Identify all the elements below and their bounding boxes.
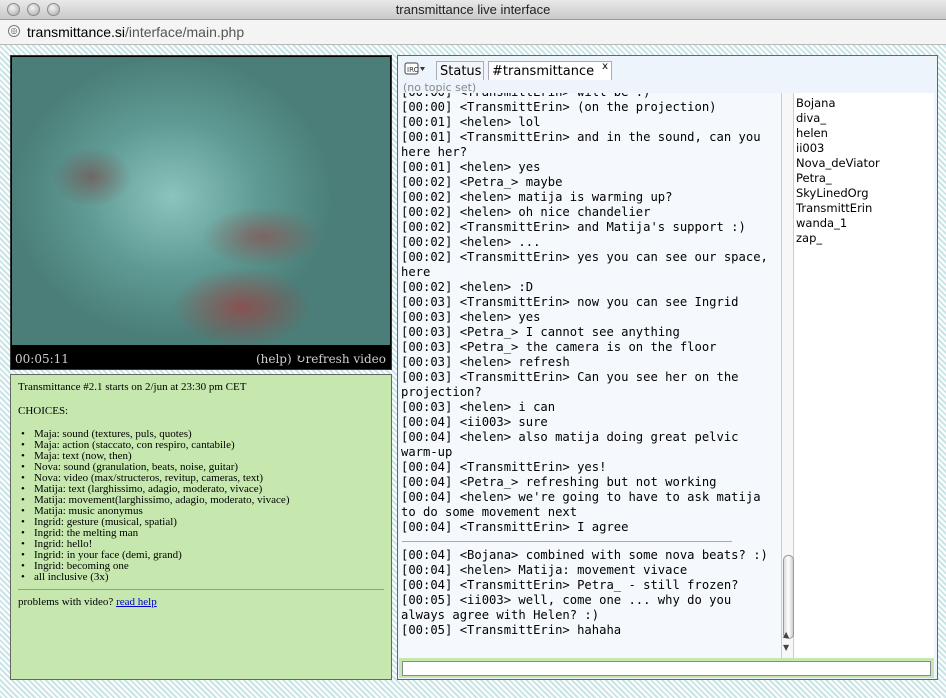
chat-message: [00:02] <helen> :D	[401, 280, 534, 294]
address-host: transmittance.si	[27, 24, 126, 40]
chat-message: [00:02] <helen> oh nice chandelier	[401, 205, 651, 219]
address-bar[interactable]: ◎ transmittance.si/interface/main.php	[0, 20, 946, 45]
chat-messages: [00:00] <TransmittErin> will be :)[00:00…	[400, 93, 781, 658]
user-list-item[interactable]: Petra_	[796, 171, 932, 186]
user-list-item[interactable]: Bojana	[796, 96, 932, 111]
globe-icon: ◎	[8, 25, 20, 37]
chat-message: [00:03] <helen> yes	[401, 310, 541, 324]
info-panel: Transmittance #2.1 starts on 2/jun at 23…	[10, 374, 392, 680]
user-list: Bojana diva_ helen ii003 Nova_deViator Petra_…	[794, 93, 934, 658]
announcement: Transmittance #2.1 starts on 2/jun at 23…	[18, 381, 247, 393]
chat-message: [00:03] <Petra_> I cannot see anything	[401, 325, 680, 339]
choices-heading: CHOICES:	[18, 405, 69, 417]
chat-message: [00:04] <TransmittErin> I agree	[401, 520, 629, 534]
new-messages-separator	[402, 541, 732, 542]
user-list-item[interactable]: SkyLinedOrg	[796, 186, 932, 201]
chat-message: [00:04] <TransmittErin> Petra_ - still f…	[401, 578, 739, 592]
chat-message: [00:05] <TransmittErin> hahaha	[401, 623, 622, 637]
window-title: transmittance live interface	[395, 2, 551, 17]
window-titlebar: transmittance live interface	[0, 0, 946, 20]
read-help-link[interactable]: read help	[116, 596, 157, 608]
chat-message: [00:02] <helen> matija is warming up?	[401, 190, 673, 204]
chat-message: [00:05] <ii003> well, come one ... why d…	[401, 593, 732, 622]
refresh-video-link[interactable]: refresh video	[306, 352, 386, 366]
chat-panel: IRC Status #transmittance x (no topic set…	[397, 55, 938, 680]
choice-item: all inclusive (3x)	[21, 572, 384, 584]
user-list-item[interactable]: TransmittErin	[796, 201, 932, 216]
video-player[interactable]: 00:05:11 (help) ↻refresh video	[10, 55, 392, 370]
chat-scrollbar-thumb[interactable]	[783, 555, 794, 639]
chat-message: [00:02] <Petra_> maybe	[401, 175, 563, 189]
tab-transmittance-label: #transmittance	[492, 64, 595, 79]
user-list-item[interactable]: wanda_1	[796, 216, 932, 231]
user-list-item[interactable]: diva_	[796, 111, 932, 126]
video-timestamp: 00:05:11	[15, 352, 69, 366]
address-path: /interface/main.php	[125, 24, 245, 40]
chat-message: [00:02] <helen> ...	[401, 235, 541, 249]
chat-message: [00:03] <Petra_> the camera is on the fl…	[401, 340, 717, 354]
chat-message: [00:03] <helen> i can	[401, 400, 556, 414]
user-list-item[interactable]: ii003	[796, 141, 932, 156]
chat-message: [00:03] <TransmittErin> now you can see …	[401, 295, 739, 309]
video-controls: (help) ↻refresh video	[256, 352, 386, 366]
refresh-icon[interactable]: ↻	[295, 352, 305, 366]
chat-input-bar	[399, 658, 934, 678]
chat-message: [00:01] <helen> lol	[401, 115, 541, 129]
video-problems: problems with video? read help	[18, 596, 384, 608]
scroll-up-icon[interactable]: ▲	[783, 630, 789, 639]
video-frame	[12, 57, 390, 345]
chat-scrollbar[interactable]: ▲ ▼	[781, 93, 794, 658]
chat-message: [00:01] <helen> yes	[401, 160, 541, 174]
chat-message: [00:03] <TransmittErin> Can you see her …	[401, 370, 739, 399]
user-list-item[interactable]: Nova_deViator	[796, 156, 932, 171]
chat-message: [00:04] <ii003> sure	[401, 415, 548, 429]
chat-message: [00:02] <TransmittErin> and Matija's sup…	[401, 220, 746, 234]
chat-message: [00:04] <helen> Matija: movement vivace	[401, 563, 688, 577]
irc-icon[interactable]: IRC	[404, 62, 428, 78]
chat-message: [00:02] <TransmittErin> yes you can see …	[401, 250, 768, 279]
address-url[interactable]: transmittance.si/interface/main.php	[27, 24, 244, 40]
chat-message: [00:04] <Bojana> combined with some nova…	[401, 548, 768, 562]
chat-message: [00:04] <TransmittErin> yes!	[401, 460, 607, 474]
chat-message: [00:01] <TransmittErin> and in the sound…	[401, 130, 761, 159]
close-tab-icon[interactable]: x	[602, 57, 608, 76]
scroll-down-icon[interactable]: ▼	[783, 643, 789, 652]
chat-message: [00:04] <helen> we're going to have to a…	[401, 490, 761, 519]
svg-text:IRC: IRC	[407, 66, 419, 74]
chat-message: [00:00] <TransmittErin> will be :)	[400, 93, 781, 100]
user-list-item[interactable]: zap_	[796, 231, 932, 246]
tab-status[interactable]: Status	[436, 61, 484, 80]
chat-input[interactable]	[402, 661, 931, 676]
chat-message: [00:04] <helen> also matija doing great …	[401, 430, 739, 459]
choices-list: Maja: sound (textures, puls, quotes)Maja…	[18, 429, 384, 584]
user-list-item[interactable]: helen	[796, 126, 932, 141]
divider	[18, 589, 384, 590]
problems-text: problems with video?	[18, 596, 114, 608]
tab-transmittance[interactable]: #transmittance x	[488, 61, 612, 80]
chat-message: [00:03] <helen> refresh	[401, 355, 570, 369]
chat-message: [00:00] <TransmittErin> (on the projecti…	[401, 100, 717, 114]
chat-message: [00:04] <Petra_> refreshing but not work…	[401, 475, 717, 489]
video-help-link[interactable]: (help)	[256, 352, 292, 366]
